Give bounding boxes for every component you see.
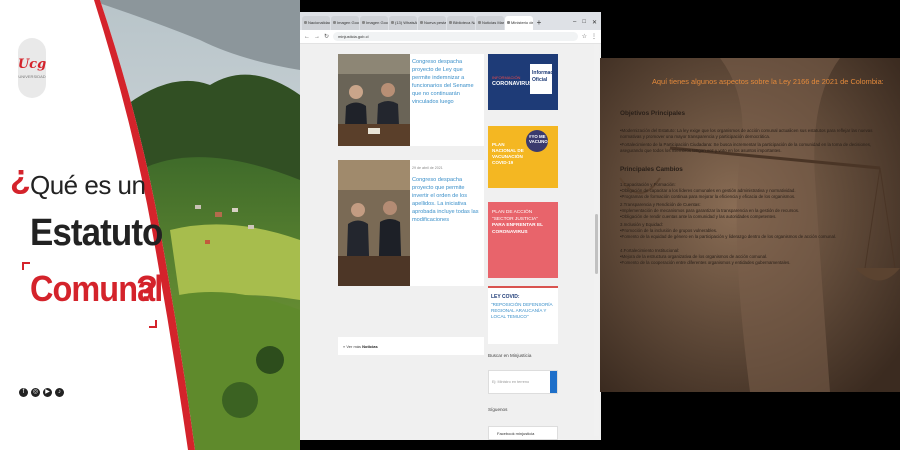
banner-text: "REPOSICIÓN DEFENSORÍA REGIONAL ARAUCANÍ… bbox=[491, 302, 553, 319]
banner-hashtag: #YO ME VACUNO bbox=[529, 134, 548, 144]
title-question-close: ? bbox=[136, 268, 158, 309]
browser-tab[interactable]: (13) WhatsApp bbox=[389, 16, 417, 30]
title-card-panel: Ucg UNIVERSIDAD ¿ Qué es un Estatuto Com… bbox=[0, 0, 300, 450]
news-title[interactable]: Congreso despacha proyecto de Ley que pe… bbox=[412, 58, 482, 106]
news-card[interactable]: 29 de abril de 2021 Congreso despacha pr… bbox=[338, 160, 484, 286]
social-icons: f ◎ ▶ ♪ bbox=[19, 388, 64, 397]
news-title[interactable]: Congreso despacha proyecto que permite i… bbox=[412, 177, 479, 223]
change-item: •Obligación de rendir cuentas ante la co… bbox=[620, 214, 777, 219]
star-icon[interactable]: ☆ bbox=[582, 33, 587, 40]
browser-window: Nacionalidad | MI Imagen Google Imagen G… bbox=[300, 12, 601, 440]
reload-icon[interactable]: ↻ bbox=[324, 33, 329, 40]
browser-tab[interactable]: Nueva pestaña bbox=[418, 16, 446, 30]
title-line-2: Estatuto bbox=[30, 212, 163, 254]
objective-item: •Modernización del Estatuto: La ley exig… bbox=[620, 128, 873, 139]
browser-tab[interactable]: Noticias Mars bbox=[476, 16, 504, 30]
more-label: « Ver más bbox=[343, 344, 362, 349]
change-item: •Programas de formación continua para me… bbox=[620, 194, 796, 199]
banner-coronavirus-info[interactable]: INFORMACIÓN CORONAVIRUS Información Ofic… bbox=[488, 54, 558, 110]
facebook-widget[interactable]: Facebook minjusticia bbox=[488, 426, 558, 440]
maximize-icon[interactable]: □ bbox=[582, 19, 586, 26]
brand-logo: Ucg UNIVERSIDAD bbox=[18, 38, 46, 98]
banner-line-bold: PARA ENFRENTAR EL CORONAVIRUS bbox=[492, 223, 543, 235]
browser-tab[interactable]: Imagen Google bbox=[360, 16, 388, 30]
back-icon[interactable]: ← bbox=[304, 34, 310, 40]
law-summary-slide: Aquí tienes algunos aspectos sobre la Le… bbox=[600, 58, 900, 392]
banner-action-plan[interactable]: PLAN DE ACCIÓN "SECTOR JUSTICIA" PARA EN… bbox=[488, 202, 558, 278]
menu-icon[interactable]: ⋮ bbox=[591, 33, 597, 40]
news-date: 29 de abril de 2021 bbox=[412, 166, 443, 170]
tab-strip: Nacionalidad | MI Imagen Google Imagen G… bbox=[300, 12, 601, 30]
banner-text: PLAN NACIONAL DE VACUNACIÓN COVID-19 bbox=[492, 142, 524, 165]
facebook-icon[interactable]: f bbox=[19, 388, 28, 397]
more-bold: Noticias bbox=[362, 344, 378, 349]
browser-tab-active[interactable]: Ministerio de J bbox=[505, 16, 533, 30]
window-controls: – □ ✕ bbox=[573, 19, 601, 30]
address-bar: ← → ↻ minjusticia.gob.cl ☆ ⋮ bbox=[300, 30, 601, 44]
logo-text: Ucg bbox=[17, 57, 47, 72]
url-field[interactable]: minjusticia.gob.cl bbox=[333, 32, 578, 41]
title-line-1: Qué es un bbox=[30, 170, 146, 200]
logo-subtext: UNIVERSIDAD bbox=[18, 74, 46, 79]
close-icon[interactable]: ✕ bbox=[592, 19, 597, 26]
search-label: Buscar en Minjusticia bbox=[488, 353, 532, 358]
minimize-icon[interactable]: – bbox=[573, 19, 576, 26]
banner-text: PLAN DE ACCIÓN "SECTOR JUSTICIA" PARA EN… bbox=[492, 210, 550, 236]
more-news-link[interactable]: « Ver más Noticias bbox=[338, 337, 484, 355]
change-item: •Fomento de la cooperación entre diferen… bbox=[620, 260, 791, 265]
banner-vaccination[interactable]: PLAN NACIONAL DE VACUNACIÓN COVID-19 #YO… bbox=[488, 126, 558, 188]
youtube-icon[interactable]: ▶ bbox=[43, 388, 52, 397]
banner-badge: Información Oficial bbox=[532, 70, 558, 83]
news-card[interactable]: Congreso despacha proyecto de Ley que pe… bbox=[338, 54, 484, 146]
banner-line: PLAN DE ACCIÓN bbox=[492, 210, 533, 215]
banner-subtitle: INFORMACIÓN bbox=[492, 75, 521, 80]
news-photo bbox=[338, 54, 410, 146]
web-page: Congreso despacha proyecto de Ley que pe… bbox=[300, 44, 601, 440]
banner-ley-covid[interactable]: LEY COVID: "REPOSICIÓN DEFENSORÍA REGION… bbox=[488, 286, 558, 344]
scrollbar-thumb[interactable] bbox=[595, 214, 598, 274]
browser-tab[interactable]: Imagen Google bbox=[331, 16, 359, 30]
search-input[interactable]: Ej: Ministro en terreno bbox=[492, 380, 529, 384]
browser-tab[interactable]: Biblioteca Nac bbox=[447, 16, 475, 30]
news-text: 29 de abril de 2021 Congreso despacha pr… bbox=[412, 164, 482, 224]
news-photo bbox=[338, 160, 410, 286]
new-tab-button[interactable]: + bbox=[534, 16, 544, 30]
search-box: Ej: Ministro en terreno bbox=[488, 370, 558, 394]
heading-objectives: Objetivos Principales bbox=[620, 110, 685, 117]
instagram-icon[interactable]: ◎ bbox=[31, 388, 40, 397]
banner-title: CORONAVIRUS bbox=[492, 81, 533, 87]
search-button[interactable] bbox=[550, 371, 557, 393]
heading-changes: Principales Cambios bbox=[620, 166, 683, 173]
banner-heading: LEY COVID: bbox=[491, 294, 520, 300]
title-question-open: ¿ bbox=[10, 158, 31, 196]
forward-icon[interactable]: → bbox=[314, 34, 320, 40]
browser-tab[interactable]: Nacionalidad | MI bbox=[302, 16, 330, 30]
change-item: •Fomento de la equidad de género en la p… bbox=[620, 234, 837, 239]
banner-line: "SECTOR JUSTICIA" bbox=[492, 216, 538, 222]
slide-title: Aquí tienes algunos aspectos sobre la Le… bbox=[652, 77, 884, 86]
tiktok-icon[interactable]: ♪ bbox=[55, 388, 64, 397]
page-scrollbar[interactable] bbox=[594, 44, 599, 436]
objective-item: •Fortalecimiento de la Participación Ciu… bbox=[620, 142, 872, 153]
follow-label: Síguenos bbox=[488, 407, 508, 412]
video-frame: Ucg UNIVERSIDAD ¿ Qué es un Estatuto Com… bbox=[0, 0, 900, 450]
